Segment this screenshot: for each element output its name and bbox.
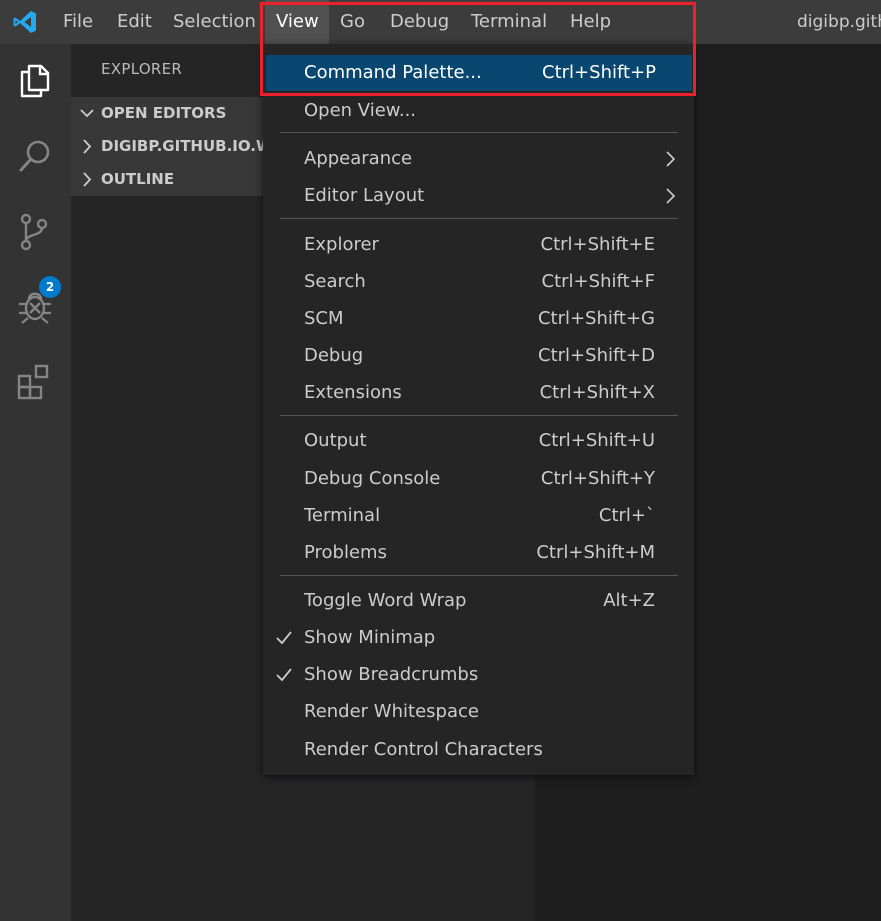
menu-item-output[interactable]: Output Ctrl+Shift+U — [263, 422, 694, 459]
view-menu-dropdown: Command Palette... Ctrl+Shift+P Open Vie… — [263, 44, 694, 775]
menu-item-label: Debug — [304, 345, 364, 366]
menu-item-render-control-characters[interactable]: Render Control Characters — [263, 731, 694, 768]
menu-item-label: Show Minimap — [304, 627, 436, 648]
menu-item-label: Explorer — [304, 234, 379, 255]
menu-item-debug[interactable]: Debug Ctrl+Shift+D — [263, 337, 694, 374]
source-control-icon[interactable] — [15, 212, 55, 252]
menu-item-shortcut: Ctrl+Shift+U — [538, 430, 655, 451]
menu-separator — [280, 575, 678, 576]
activity-bar: 2 — [0, 44, 71, 921]
menu-item-open-view[interactable]: Open View... — [263, 92, 694, 129]
menu-item-show-breadcrumbs[interactable]: Show Breadcrumbs — [263, 656, 694, 693]
menu-item-label: Problems — [304, 542, 387, 563]
menu-item-label: Toggle Word Wrap — [304, 590, 467, 611]
menu-item-shortcut: Ctrl+Shift+P — [542, 62, 656, 83]
section-label: OUTLINE — [101, 170, 175, 188]
menu-item-command-palette[interactable]: Command Palette... Ctrl+Shift+P — [266, 55, 692, 91]
menu-view[interactable]: View — [265, 0, 329, 44]
explorer-icon[interactable] — [15, 61, 55, 101]
menu-separator — [280, 132, 678, 133]
menu-item-show-minimap[interactable]: Show Minimap — [263, 619, 694, 656]
section-workspace[interactable]: DIGIBP.GITHUB.IO.W — [71, 130, 263, 163]
checkmark-icon — [276, 668, 292, 682]
menu-item-shortcut: Ctrl+` — [598, 505, 655, 526]
menu-file[interactable]: File — [53, 0, 103, 44]
menu-item-shortcut: Ctrl+Shift+M — [536, 542, 655, 563]
menu-item-extensions[interactable]: Extensions Ctrl+Shift+X — [263, 374, 694, 411]
menu-item-shortcut: Ctrl+Shift+E — [540, 234, 655, 255]
window-title: digibp.githu — [797, 12, 881, 32]
chevron-right-icon — [83, 139, 92, 154]
chevron-down-icon — [80, 109, 94, 118]
menu-help[interactable]: Help — [560, 0, 621, 44]
menu-item-label: Appearance — [304, 148, 413, 169]
menu-item-label: Debug Console — [304, 468, 441, 489]
chevron-right-icon — [83, 172, 92, 187]
checkmark-icon — [276, 631, 292, 645]
menu-item-shortcut: Ctrl+Shift+D — [538, 345, 655, 366]
menu-item-editor-layout[interactable]: Editor Layout — [263, 177, 694, 214]
menu-item-scm[interactable]: SCM Ctrl+Shift+G — [263, 300, 694, 337]
menu-item-render-whitespace[interactable]: Render Whitespace — [263, 693, 694, 730]
vscode-logo-icon — [13, 11, 36, 33]
extensions-icon[interactable] — [15, 362, 55, 402]
menu-edit[interactable]: Edit — [107, 0, 162, 44]
menu-selection[interactable]: Selection — [163, 0, 266, 44]
menu-item-shortcut: Ctrl+Shift+X — [539, 382, 655, 403]
menu-separator — [280, 415, 678, 416]
menu-item-shortcut: Alt+Z — [603, 590, 655, 611]
menu-separator — [280, 218, 678, 219]
section-open-editors[interactable]: OPEN EDITORS — [71, 97, 263, 130]
menu-item-terminal[interactable]: Terminal Ctrl+` — [263, 497, 694, 534]
menu-item-label: SCM — [304, 308, 344, 329]
menu-item-label: Render Whitespace — [304, 701, 479, 722]
debug-icon[interactable] — [15, 287, 55, 327]
menu-item-label: Terminal — [304, 505, 381, 526]
menu-debug[interactable]: Debug — [380, 0, 459, 44]
menu-item-appearance[interactable]: Appearance — [263, 140, 694, 177]
menu-item-label: Command Palette... — [304, 62, 482, 83]
menu-item-label: Output — [304, 430, 367, 451]
submenu-arrow-icon — [666, 151, 676, 167]
menu-item-label: Open View... — [304, 100, 417, 121]
menu-item-explorer[interactable]: Explorer Ctrl+Shift+E — [263, 226, 694, 263]
menu-item-problems[interactable]: Problems Ctrl+Shift+M — [263, 534, 694, 571]
menu-item-shortcut: Ctrl+Shift+F — [541, 271, 655, 292]
title-bar: File Edit Selection View Go Debug Termin… — [0, 0, 881, 44]
menu-item-label: Editor Layout — [304, 185, 425, 206]
menu-item-debug-console[interactable]: Debug Console Ctrl+Shift+Y — [263, 460, 694, 497]
menu-item-label: Extensions — [304, 382, 402, 403]
menu-item-shortcut: Ctrl+Shift+G — [537, 308, 655, 329]
sidebar-title: EXPLORER — [101, 60, 183, 78]
menu-item-label: Show Breadcrumbs — [304, 664, 479, 685]
section-label: OPEN EDITORS — [101, 104, 227, 122]
menu-item-search[interactable]: Search Ctrl+Shift+F — [263, 263, 694, 300]
section-outline[interactable]: OUTLINE — [71, 163, 263, 196]
menu-item-toggle-word-wrap[interactable]: Toggle Word Wrap Alt+Z — [263, 582, 694, 619]
submenu-arrow-icon — [666, 188, 676, 204]
search-icon[interactable] — [15, 136, 55, 176]
menu-item-shortcut: Ctrl+Shift+Y — [540, 468, 655, 489]
menu-terminal[interactable]: Terminal — [461, 0, 557, 44]
menu-item-label: Search — [304, 271, 366, 292]
menu-item-label: Render Control Characters — [304, 739, 543, 760]
menu-go[interactable]: Go — [330, 0, 375, 44]
section-label: DIGIBP.GITHUB.IO.W — [101, 137, 263, 155]
